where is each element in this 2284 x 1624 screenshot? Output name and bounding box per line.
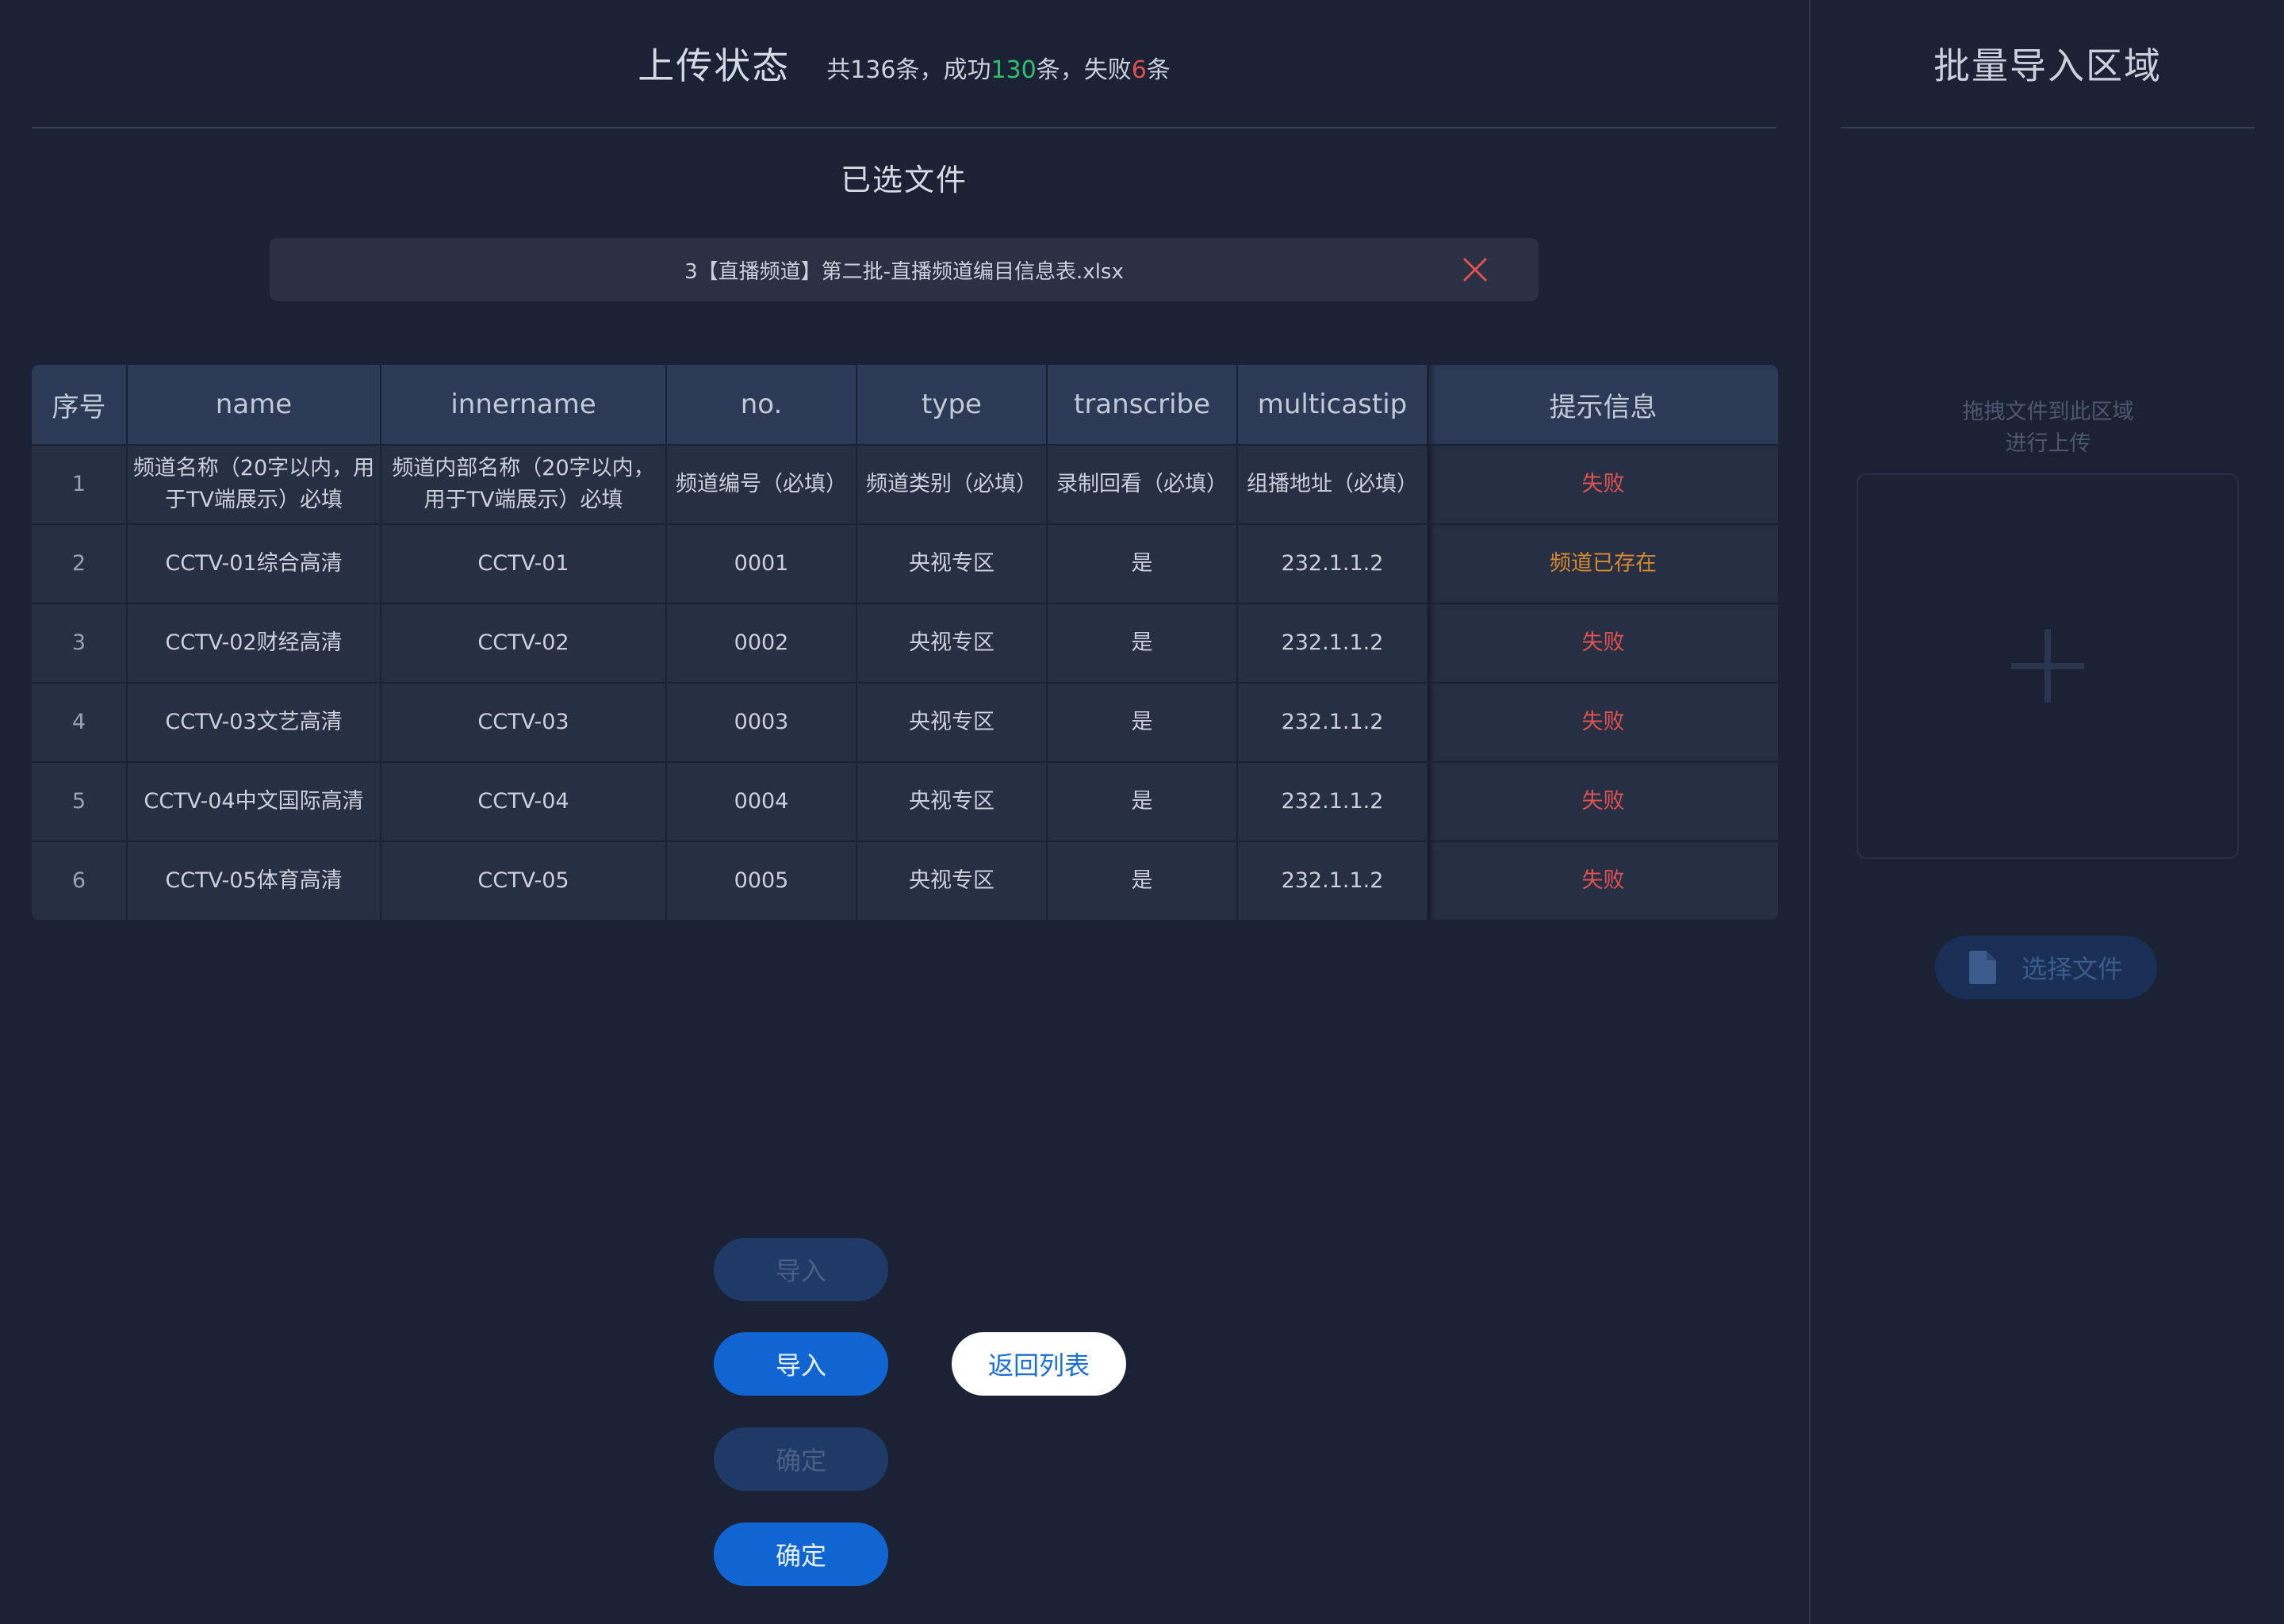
column-header-transcribe: transcribe bbox=[1047, 365, 1238, 446]
cell-multicastip: 232.1.1.2 bbox=[1237, 683, 1428, 763]
drop-hint: 拖拽文件到此区域 进行上传 bbox=[1811, 396, 2284, 460]
cell-index: 1 bbox=[32, 445, 128, 525]
table-row: 6 CCTV-05体育高清 CCTV-05 0005 央视专区 是 232.1.… bbox=[32, 841, 1778, 920]
cell-innername: CCTV-04 bbox=[381, 762, 667, 842]
upload-summary: 共136条，成功130条，失败6条 bbox=[826, 50, 1171, 85]
cell-innername: 频道内部名称（20字以内，用于TV端展示）必填 bbox=[381, 445, 667, 525]
drop-hint-line2: 进行上传 bbox=[2005, 431, 2091, 456]
cell-type: 频道类别（必填） bbox=[856, 445, 1048, 525]
table-row: 5 CCTV-04中文国际高清 CCTV-04 0004 央视专区 是 232.… bbox=[32, 762, 1778, 842]
table-row: 3 CCTV-02财经高清 CCTV-02 0002 央视专区 是 232.1.… bbox=[32, 603, 1778, 684]
cell-transcribe: 是 bbox=[1047, 841, 1238, 920]
cell-transcribe: 是 bbox=[1047, 762, 1238, 842]
import-button-disabled[interactable]: 导入 bbox=[714, 1238, 888, 1301]
column-header-name: name bbox=[127, 365, 381, 446]
cell-transcribe: 是 bbox=[1047, 603, 1238, 684]
upload-status-header: 上传状态 共136条，成功130条，失败6条 bbox=[32, 0, 1776, 128]
table-row: 2 CCTV-01综合高清 CCTV-01 0001 央视专区 是 232.1.… bbox=[32, 524, 1778, 604]
column-header-multicastip: multicastip bbox=[1237, 365, 1428, 446]
cell-innername: CCTV-01 bbox=[381, 524, 667, 604]
cell-name: CCTV-01综合高清 bbox=[127, 524, 381, 604]
file-icon bbox=[1968, 951, 1996, 984]
column-header-type: type bbox=[856, 365, 1048, 446]
drop-hint-line1: 拖拽文件到此区域 bbox=[1962, 400, 2134, 424]
cell-multicastip: 组播地址（必填） bbox=[1237, 445, 1428, 525]
table-header-row: 序号 name innername no. type transcribe mu… bbox=[32, 365, 1778, 446]
back-to-list-button[interactable]: 返回列表 bbox=[952, 1332, 1126, 1396]
plus-icon bbox=[2011, 630, 2084, 703]
cell-transcribe: 是 bbox=[1047, 683, 1238, 763]
upload-status-panel: 上传状态 共136条，成功130条，失败6条 已选文件 3【直播频道】第二批-直… bbox=[0, 0, 1808, 1624]
selected-files-title: 已选文件 bbox=[840, 163, 968, 197]
upload-status-title: 上传状态 bbox=[638, 44, 791, 87]
choose-file-label: 选择文件 bbox=[2021, 954, 2123, 984]
cell-index: 6 bbox=[32, 841, 128, 920]
cell-no: 0004 bbox=[666, 762, 857, 842]
confirm-button-disabled[interactable]: 确定 bbox=[714, 1427, 888, 1491]
cell-type: 央视专区 bbox=[856, 603, 1048, 684]
cell-name: CCTV-04中文国际高清 bbox=[127, 762, 381, 842]
cell-hint: 失败 bbox=[1428, 445, 1778, 525]
cell-no: 频道编号（必填） bbox=[666, 445, 857, 525]
cell-index: 2 bbox=[32, 524, 128, 604]
cell-index: 4 bbox=[32, 683, 128, 763]
import-button[interactable]: 导入 bbox=[714, 1332, 888, 1396]
cell-innername: CCTV-05 bbox=[381, 841, 667, 920]
column-header-no: no. bbox=[666, 365, 857, 446]
cell-name: CCTV-02财经高清 bbox=[127, 603, 381, 684]
cell-no: 0001 bbox=[666, 524, 857, 604]
fail-count: 6 bbox=[1131, 56, 1147, 84]
column-header-innername: innername bbox=[381, 365, 667, 446]
upload-result-table: 序号 name innername no. type transcribe mu… bbox=[32, 365, 1778, 920]
cell-no: 0005 bbox=[666, 841, 857, 920]
cell-hint: 失败 bbox=[1428, 603, 1778, 684]
cell-transcribe: 是 bbox=[1047, 524, 1238, 604]
cell-multicastip: 232.1.1.2 bbox=[1237, 603, 1428, 684]
confirm-button[interactable]: 确定 bbox=[714, 1522, 888, 1586]
cell-no: 0002 bbox=[666, 603, 857, 684]
success-count: 130 bbox=[991, 56, 1037, 84]
file-drop-zone[interactable] bbox=[1857, 473, 2239, 859]
cell-type: 央视专区 bbox=[856, 841, 1048, 920]
bulk-import-panel: 批量导入区域 拖拽文件到此区域 进行上传 选择文件 bbox=[1809, 0, 2284, 1624]
selected-file-name: 3【直播频道】第二批-直播频道编目信息表.xlsx bbox=[684, 259, 1124, 284]
cell-hint: 失败 bbox=[1428, 762, 1778, 842]
cell-no: 0003 bbox=[666, 683, 857, 763]
summary-middle: 条，失败 bbox=[1036, 56, 1132, 84]
column-header-index: 序号 bbox=[32, 365, 128, 446]
cell-multicastip: 232.1.1.2 bbox=[1237, 841, 1428, 920]
cell-name: CCTV-05体育高清 bbox=[127, 841, 381, 920]
cell-name: CCTV-03文艺高清 bbox=[127, 683, 381, 763]
cell-innername: CCTV-02 bbox=[381, 603, 667, 684]
table-row: 4 CCTV-03文艺高清 CCTV-03 0003 央视专区 是 232.1.… bbox=[32, 683, 1778, 763]
cell-transcribe: 录制回看（必填） bbox=[1047, 445, 1238, 525]
cell-index: 5 bbox=[32, 762, 128, 842]
cell-name: 频道名称（20字以内，用于TV端展示）必填 bbox=[127, 445, 381, 525]
bulk-import-title: 批量导入区域 bbox=[1841, 0, 2255, 128]
choose-file-button[interactable]: 选择文件 bbox=[1935, 936, 2157, 999]
cell-innername: CCTV-03 bbox=[381, 683, 667, 763]
cell-type: 央视专区 bbox=[856, 683, 1048, 763]
cell-index: 3 bbox=[32, 603, 128, 684]
cell-multicastip: 232.1.1.2 bbox=[1237, 524, 1428, 604]
column-header-hint: 提示信息 bbox=[1428, 365, 1778, 446]
selected-file-chip: 3【直播频道】第二批-直播频道编目信息表.xlsx bbox=[270, 238, 1539, 301]
summary-suffix: 条 bbox=[1146, 56, 1171, 84]
close-icon[interactable] bbox=[1459, 254, 1491, 285]
cell-hint: 失败 bbox=[1428, 683, 1778, 763]
cell-multicastip: 232.1.1.2 bbox=[1237, 762, 1428, 842]
cell-hint: 频道已存在 bbox=[1428, 524, 1778, 604]
cell-type: 央视专区 bbox=[856, 762, 1048, 842]
cell-type: 央视专区 bbox=[856, 524, 1048, 604]
summary-prefix: 共136条，成功 bbox=[826, 56, 991, 84]
cell-hint: 失败 bbox=[1428, 841, 1778, 920]
table-row: 1 频道名称（20字以内，用于TV端展示）必填 频道内部名称（20字以内，用于T… bbox=[32, 445, 1778, 525]
